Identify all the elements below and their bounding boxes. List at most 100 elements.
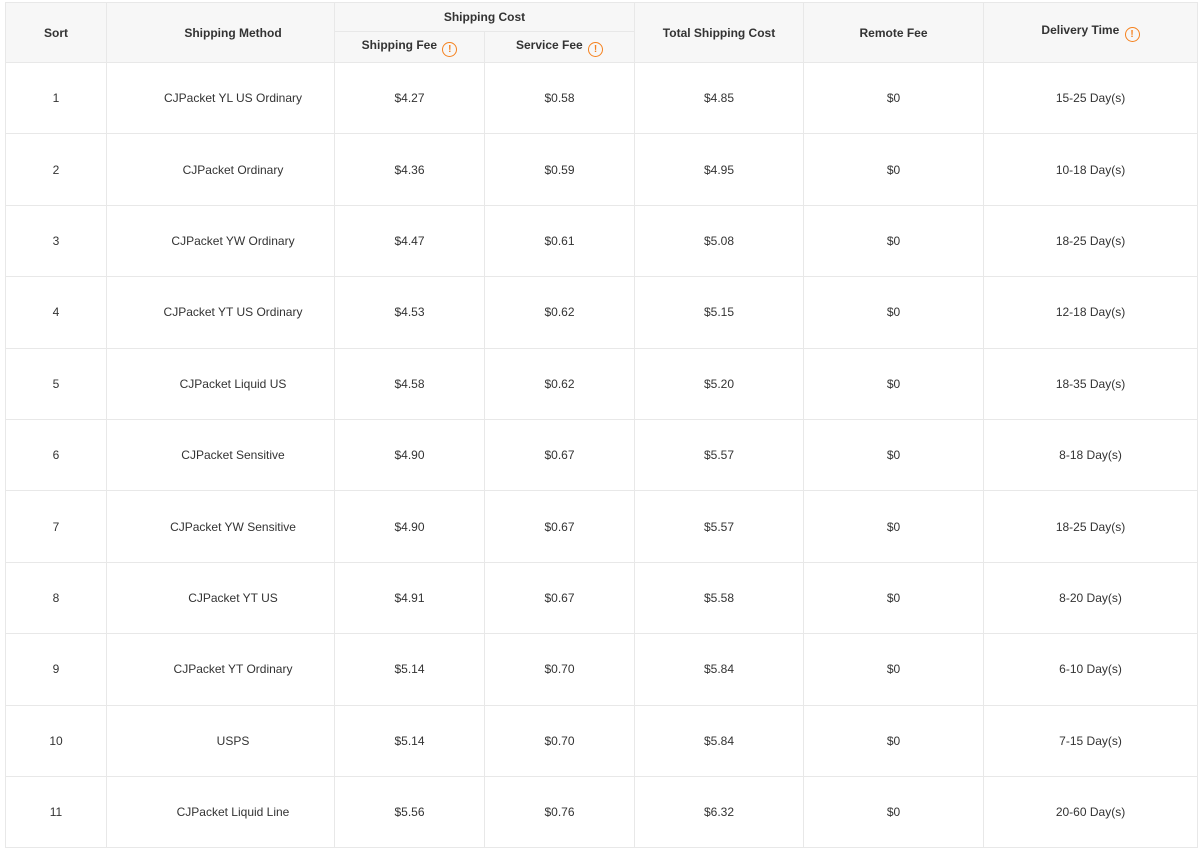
- shipping-fee-cell: $4.47: [334, 204, 485, 278]
- service-fee-cell: $0.61: [483, 204, 636, 278]
- remote-fee-cell: $0: [803, 133, 985, 206]
- remote-fee-cell: $0: [803, 61, 985, 135]
- delivery-time-cell: 20-60 Day(s): [983, 775, 1199, 848]
- total-shipping-cost-cell: $5.57: [634, 418, 805, 492]
- total-shipping-cost-cell: $5.20: [634, 347, 805, 420]
- shipping-fee-header-label: Shipping Fee: [361, 37, 437, 52]
- sort-cell: 4: [5, 276, 107, 349]
- delivery-time-cell: 10-18 Day(s): [983, 133, 1199, 206]
- remote-fee-cell: $0: [803, 418, 985, 492]
- delivery-time-header-label: Delivery Time: [1041, 23, 1120, 37]
- service-fee-cell: $0.67: [483, 490, 636, 563]
- table-row[interactable]: 2 CJPacket Ordinary $4.36 $0.59 $4.95 $0…: [5, 133, 1199, 206]
- delivery-time-info-icon[interactable]: !: [1124, 27, 1140, 42]
- delivery-time-cell: 8-18 Day(s): [983, 418, 1199, 492]
- service-fee-cell: $0.67: [483, 561, 636, 635]
- remote-fee-cell: $0: [803, 276, 985, 349]
- shipping-fee-cell: $4.53: [334, 276, 485, 349]
- service-fee-cell: $0.70: [483, 633, 636, 706]
- total-shipping-cost-cell: $4.85: [634, 61, 805, 135]
- total-shipping-cost-cell: $5.57: [634, 490, 805, 563]
- table-row[interactable]: 7 CJPacket YW Sensitive $4.90 $0.67 $5.5…: [5, 490, 1199, 563]
- sort-cell: 11: [5, 775, 107, 848]
- remote-fee-cell: $0: [803, 561, 985, 635]
- shipping-fee-cell: $4.91: [334, 561, 485, 635]
- service-fee-cell: $0.67: [483, 418, 636, 492]
- sort-cell: 6: [5, 418, 107, 492]
- remote-fee-cell: $0: [803, 490, 985, 563]
- delivery-time-column-header: Delivery Time !: [983, 2, 1199, 63]
- shipping-fee-cell: $4.36: [334, 133, 485, 206]
- remote-fee-cell: $0: [803, 633, 985, 706]
- service-fee-cell: $0.70: [483, 704, 636, 777]
- delivery-time-cell: 7-15 Day(s): [983, 704, 1199, 777]
- total-shipping-cost-cell: $5.84: [634, 704, 805, 777]
- table-row[interactable]: 8 CJPacket YT US $4.91 $0.67 $5.58 $0 8-…: [5, 561, 1199, 635]
- delivery-time-cell: 6-10 Day(s): [983, 633, 1199, 706]
- remote-fee-cell: $0: [803, 347, 985, 420]
- total-shipping-cost-cell: $5.08: [634, 204, 805, 278]
- sort-cell: 8: [5, 561, 107, 635]
- shipping-fee-cell: $5.14: [334, 633, 485, 706]
- table-row[interactable]: 9 CJPacket YT Ordinary $5.14 $0.70 $5.84…: [5, 633, 1199, 706]
- shipping-method-cell: CJPacket YW Sensitive: [106, 490, 335, 563]
- shipping-method-cell: CJPacket Ordinary: [106, 133, 335, 206]
- shipping-method-cell: CJPacket Sensitive: [106, 418, 335, 492]
- service-fee-cell: $0.62: [483, 347, 636, 420]
- delivery-time-cell: 18-35 Day(s): [983, 347, 1199, 420]
- service-fee-column-header: Service Fee !: [483, 31, 636, 63]
- sort-cell: 9: [5, 633, 107, 706]
- shipping-methods-table: Sort Shipping Method Shipping Cost Total…: [5, 2, 1199, 848]
- shipping-fee-cell: $4.90: [334, 490, 485, 563]
- table-row[interactable]: 11 CJPacket Liquid Line $5.56 $0.76 $6.3…: [5, 775, 1199, 848]
- shipping-method-cell: CJPacket YT US Ordinary: [106, 276, 335, 349]
- sort-cell: 2: [5, 133, 107, 206]
- service-fee-cell: $0.58: [483, 61, 636, 135]
- sort-cell: 1: [5, 61, 107, 135]
- total-shipping-cost-cell: $5.15: [634, 276, 805, 349]
- table-row[interactable]: 4 CJPacket YT US Ordinary $4.53 $0.62 $5…: [5, 276, 1199, 349]
- shipping-method-cell: CJPacket YT US: [106, 561, 335, 635]
- shipping-fee-cell: $4.27: [334, 61, 485, 135]
- table-row[interactable]: 1 CJPacket YL US Ordinary $4.27 $0.58 $4…: [5, 61, 1199, 135]
- table-row[interactable]: 5 CJPacket Liquid US $4.58 $0.62 $5.20 $…: [5, 347, 1199, 420]
- remote-fee-column-header: Remote Fee: [803, 2, 985, 63]
- shipping-method-cell: CJPacket Liquid US: [106, 347, 335, 420]
- total-shipping-cost-cell: $5.58: [634, 561, 805, 635]
- service-fee-cell: $0.62: [483, 276, 636, 349]
- shipping-method-column-header: Shipping Method: [106, 2, 335, 63]
- delivery-time-cell: 8-20 Day(s): [983, 561, 1199, 635]
- shipping-method-cell: CJPacket Liquid Line: [106, 775, 335, 848]
- sort-column-header[interactable]: Sort: [5, 2, 107, 63]
- shipping-fee-info-icon[interactable]: !: [442, 41, 458, 57]
- shipping-fee-cell: $4.90: [334, 418, 485, 492]
- service-fee-info-icon[interactable]: !: [588, 41, 604, 57]
- table-row[interactable]: 10 USPS $5.14 $0.70 $5.84 $0 7-15 Day(s): [5, 704, 1199, 777]
- sort-cell: 5: [5, 347, 107, 420]
- delivery-time-cell: 12-18 Day(s): [983, 276, 1199, 349]
- total-shipping-cost-cell: $5.84: [634, 633, 805, 706]
- shipping-method-cell: CJPacket YW Ordinary: [106, 204, 335, 278]
- shipping-method-cell: CJPacket YT Ordinary: [106, 633, 335, 706]
- remote-fee-cell: $0: [803, 204, 985, 278]
- shipping-fee-column-header: Shipping Fee !: [334, 31, 485, 63]
- shipping-fee-cell: $5.14: [334, 704, 485, 777]
- total-shipping-cost-cell: $4.95: [634, 133, 805, 206]
- sort-cell: 3: [5, 204, 107, 278]
- remote-fee-cell: $0: [803, 775, 985, 848]
- shipping-method-cell: USPS: [106, 704, 335, 777]
- total-shipping-cost-column-header: Total Shipping Cost: [634, 2, 805, 63]
- shipping-cost-group-header: Shipping Cost: [333, 2, 636, 32]
- sort-cell: 7: [5, 490, 107, 563]
- table-row[interactable]: 6 CJPacket Sensitive $4.90 $0.67 $5.57 $…: [5, 418, 1199, 492]
- shipping-method-cell: CJPacket YL US Ordinary: [106, 61, 335, 135]
- remote-fee-cell: $0: [803, 704, 985, 777]
- table-row[interactable]: 3 CJPacket YW Ordinary $4.47 $0.61 $5.08…: [5, 204, 1199, 278]
- total-shipping-cost-cell: $6.32: [634, 775, 805, 848]
- service-fee-cell: $0.76: [483, 775, 636, 848]
- shipping-fee-cell: $5.56: [334, 775, 485, 848]
- service-fee-header-label: Service Fee: [515, 37, 583, 52]
- shipping-methods-body: 1 CJPacket YL US Ordinary $4.27 $0.58 $4…: [5, 61, 1199, 848]
- delivery-time-cell: 15-25 Day(s): [983, 61, 1199, 135]
- delivery-time-cell: 18-25 Day(s): [983, 204, 1199, 278]
